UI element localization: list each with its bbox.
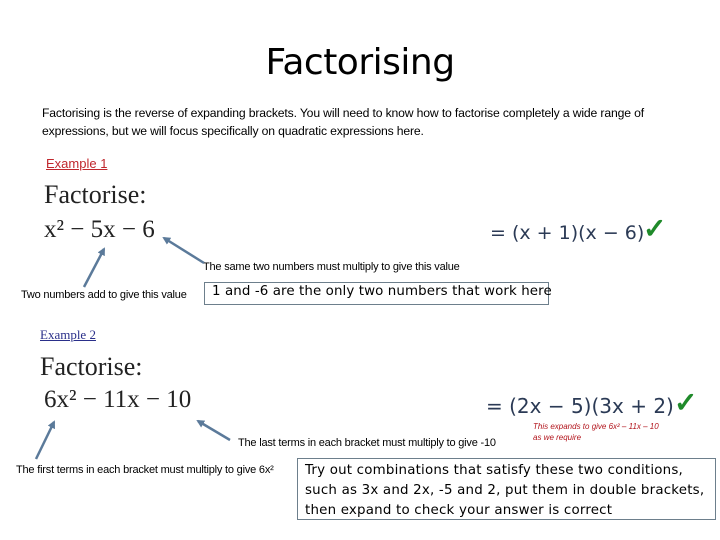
arrow-icon <box>196 419 231 442</box>
annotation-arrows <box>34 236 231 460</box>
arrow-icon <box>82 247 106 288</box>
arrow-icon <box>162 236 205 265</box>
arrow-icon <box>34 420 56 460</box>
